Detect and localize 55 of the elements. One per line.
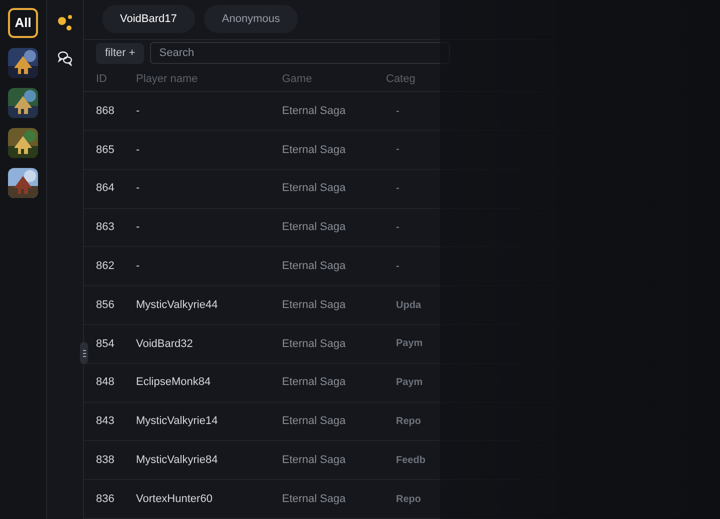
table-cell-text: 868 — [95, 104, 116, 119]
table-cell-text: 848 — [95, 375, 116, 390]
table-cell-text: Eternal Saga — [282, 336, 347, 352]
table-cell-text: MysticValkyrie84 — [136, 453, 219, 468]
table-cell-text: VortexHunter60 — [136, 492, 214, 507]
table-cell-text: 864 — [95, 181, 116, 196]
table-cell-text: Eternal Saga — [282, 181, 347, 196]
resize-handle[interactable] — [80, 342, 88, 364]
table-cell-text: Eternal Saga — [282, 492, 347, 507]
table-cell-text: - — [136, 181, 141, 196]
column-header: ID — [95, 72, 108, 87]
tab[interactable]: Anonymous — [204, 5, 298, 34]
all-filter-button[interactable]: All — [8, 8, 38, 38]
table-cell-text: EclipseMonk84 — [136, 375, 212, 390]
table-cell-text: Paym — [395, 376, 424, 390]
table-cell-text: Paym — [395, 337, 424, 352]
column-header: Game — [282, 72, 313, 87]
table-cell-text: 854 — [95, 336, 116, 352]
table-cell-text: - — [395, 182, 400, 196]
table-cell-text: - — [395, 221, 400, 235]
table-cell-text: Eternal Saga — [282, 104, 347, 119]
table-cell-text: - — [395, 260, 400, 274]
dots-icon[interactable] — [56, 14, 74, 32]
table-cell-text: Eternal Saga — [282, 142, 347, 158]
table-cell-text: MysticValkyrie44 — [136, 298, 219, 313]
table-cell-text: Feedb — [395, 454, 426, 468]
table-cell-text: - — [136, 142, 141, 158]
table-cell-text: - — [395, 143, 400, 158]
table-cell-text: Repo — [395, 414, 422, 429]
table-cell-text: 862 — [95, 259, 116, 274]
table-cell-text: VoidBard32 — [136, 336, 194, 352]
table-cell-text: MysticValkyrie14 — [136, 414, 219, 430]
table-cell-text: - — [136, 104, 141, 119]
table-cell-text: 856 — [95, 298, 116, 313]
table-cell-text: Eternal Saga — [282, 375, 347, 390]
filter-button[interactable]: filter + — [96, 42, 144, 64]
table-cell-text: Eternal Saga — [282, 414, 347, 430]
table-cell-text: Eternal Saga — [282, 298, 347, 313]
column-header: Categ — [386, 72, 416, 87]
table-cell-text: Upda — [395, 298, 422, 313]
tab[interactable]: VoidBard17 — [102, 5, 195, 34]
table-cell-text: 838 — [95, 453, 116, 468]
table-cell-text: Eternal Saga — [282, 220, 347, 236]
table-cell-text: 836 — [95, 492, 116, 507]
table-cell-text: 843 — [95, 414, 116, 430]
table-cell-text: Repo — [395, 492, 422, 507]
table-cell-text: Eternal Saga — [282, 453, 347, 468]
table-cell-text: Eternal Saga — [282, 259, 347, 274]
table-cell-text: - — [136, 220, 141, 236]
table-cell-text: 865 — [95, 142, 116, 158]
table-cell-text: 863 — [95, 220, 116, 236]
table-cell-text: - — [395, 104, 400, 119]
table-cell-text: - — [136, 259, 141, 274]
column-header: Player name — [136, 72, 199, 87]
chat-icon[interactable] — [57, 50, 73, 66]
